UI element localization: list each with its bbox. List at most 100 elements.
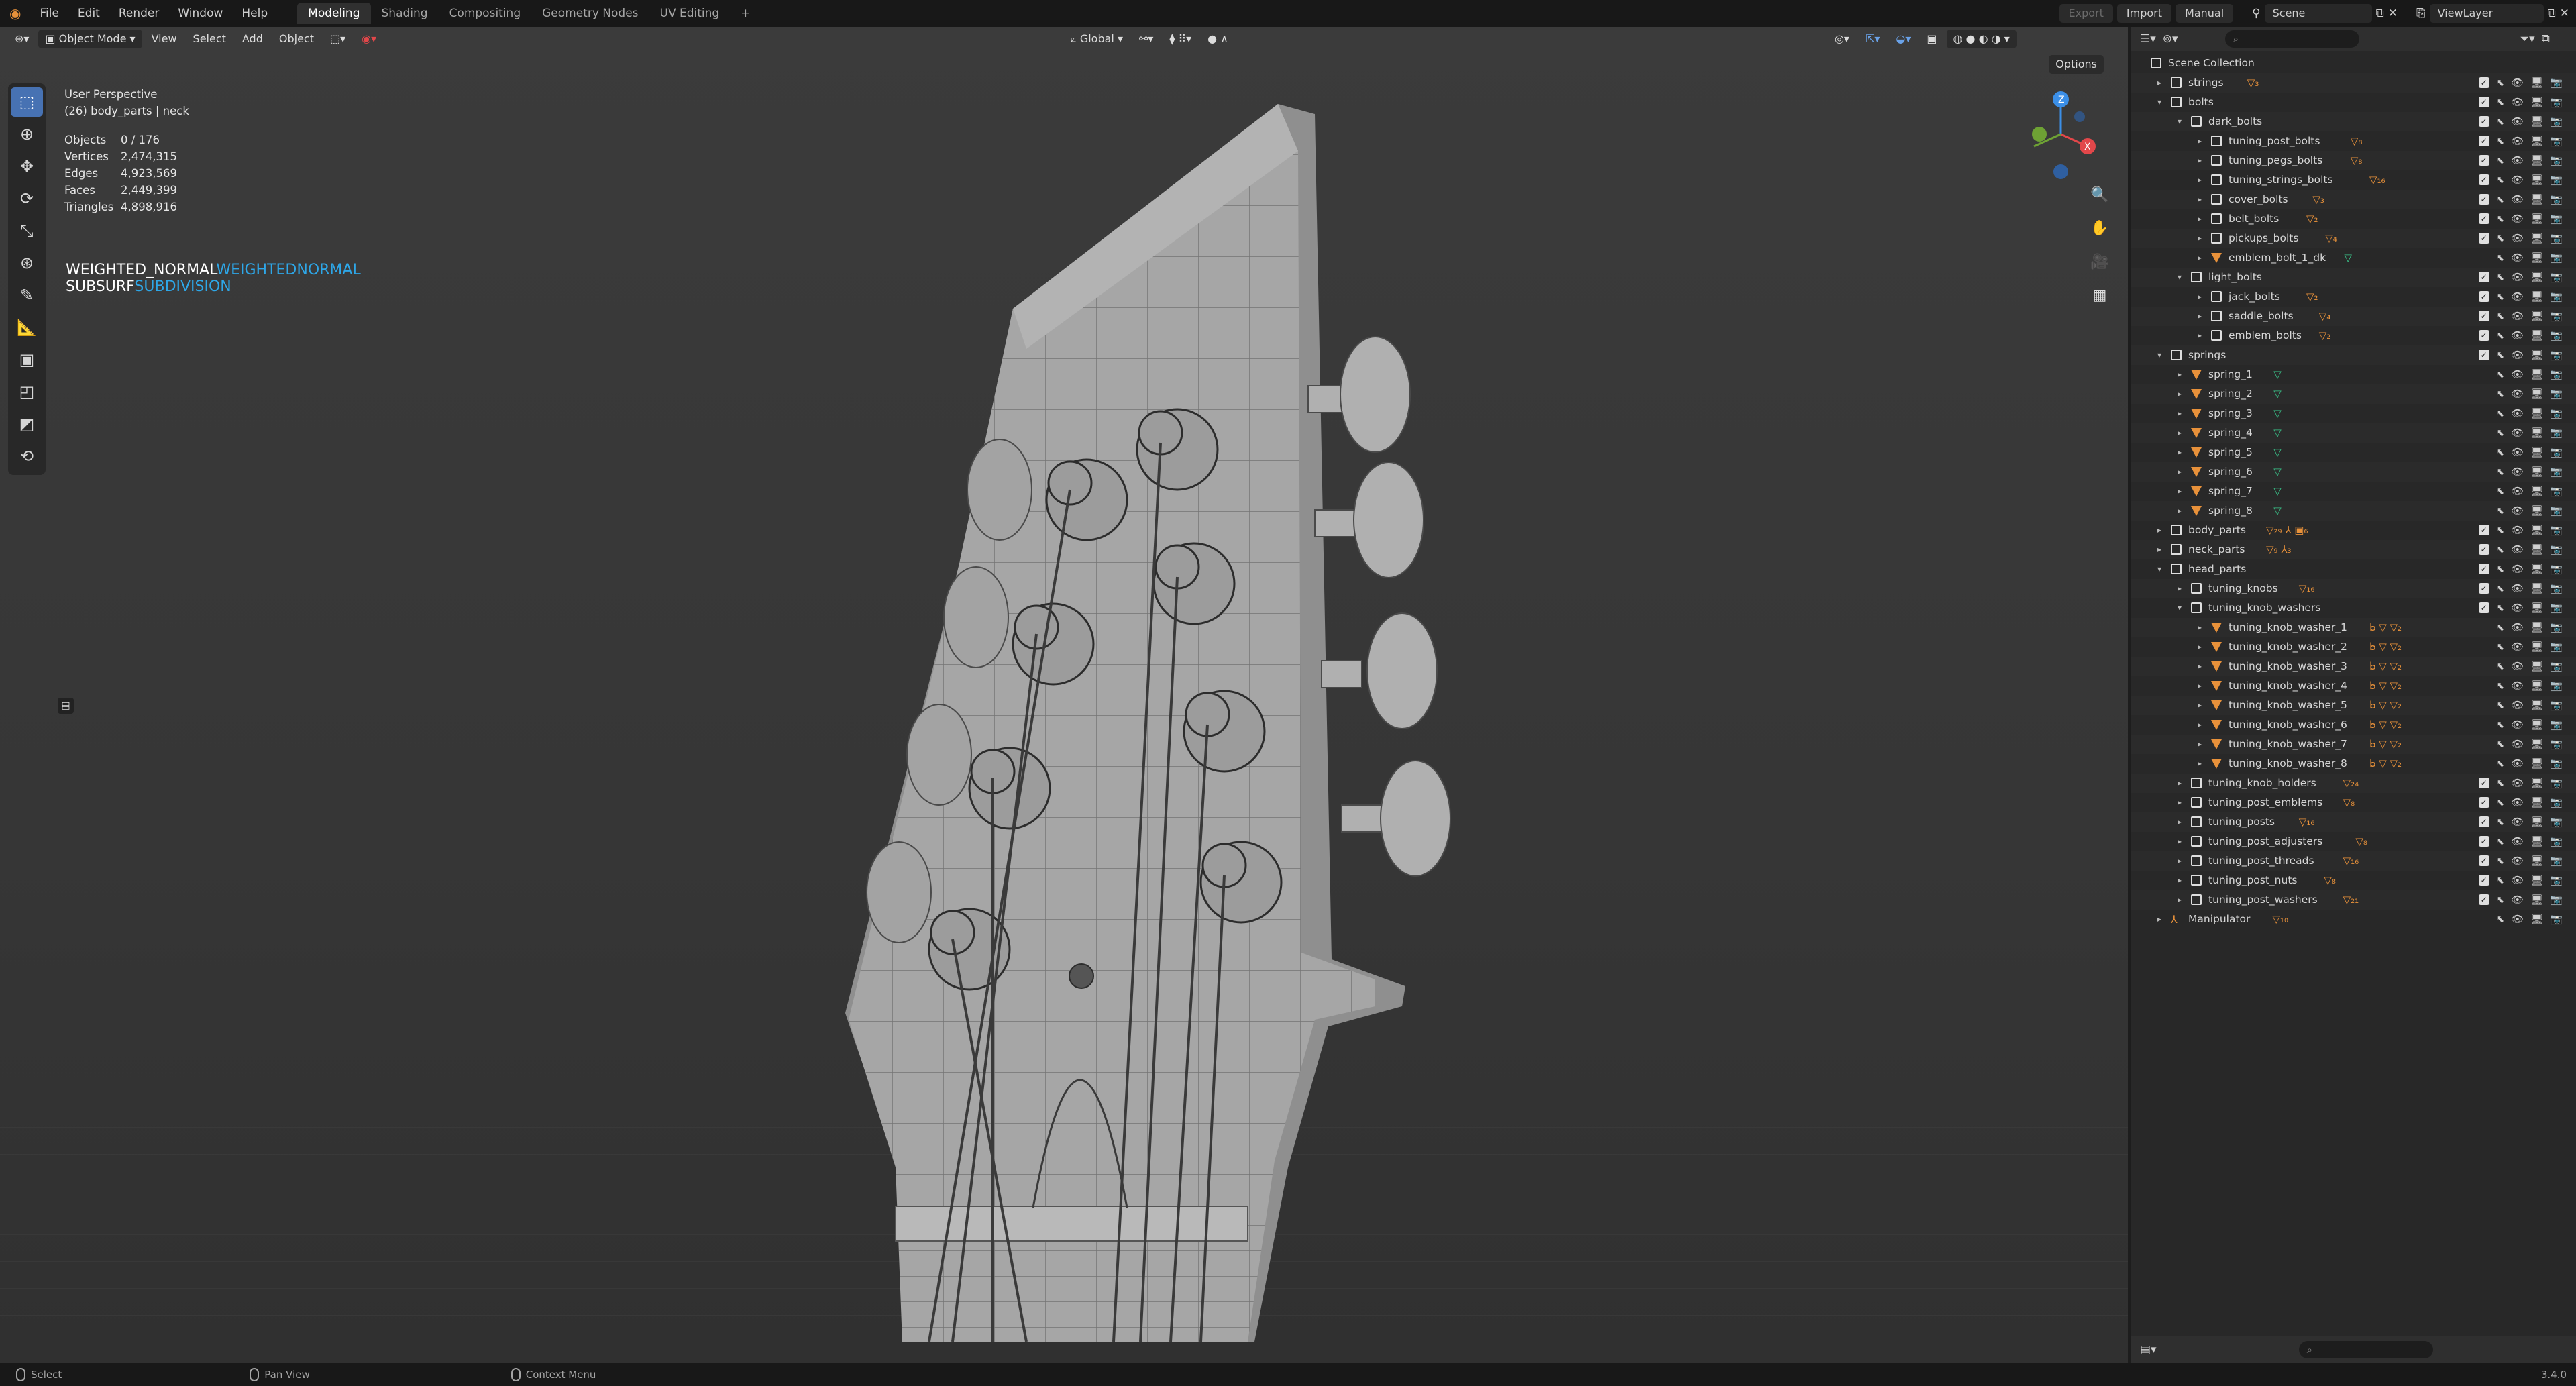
selectable-icon[interactable]: ⬉: [2496, 131, 2505, 151]
child-count-badge[interactable]: ▽: [2273, 384, 2282, 404]
render-camera-icon[interactable]: 📷: [2550, 190, 2563, 209]
expand-arrow-icon[interactable]: ▸: [2178, 774, 2182, 793]
render-camera-icon[interactable]: 📷: [2550, 131, 2563, 151]
child-count-badge[interactable]: ▽₂₁: [2343, 890, 2359, 910]
expand-arrow-icon[interactable]: ▸: [2198, 151, 2202, 170]
child-count-badge[interactable]: ▽: [2273, 462, 2282, 482]
viewport-disable-icon[interactable]: 🖥: [2530, 793, 2543, 812]
tab-compositing[interactable]: Compositing: [439, 3, 532, 24]
child-count-badge[interactable]: ▽: [2273, 501, 2282, 521]
manual-button[interactable]: Manual: [2176, 4, 2234, 23]
outliner-row[interactable]: ▸ tuning_post_washers ▽₂₁ ✓ ⬉ 👁 🖥 📷: [2131, 890, 2576, 910]
display-mode-icon[interactable]: ⊚▾: [2163, 32, 2178, 46]
child-count-badge[interactable]: ᖯ ▽ ▽₂: [2369, 637, 2402, 657]
viewport-disable-icon[interactable]: 🖥: [2530, 910, 2543, 929]
viewport-disable-icon[interactable]: 🖥: [2530, 131, 2543, 151]
viewport-disable-icon[interactable]: 🖥: [2530, 151, 2543, 170]
view-layer-selector[interactable]: ViewLayer: [2429, 4, 2544, 23]
selectable-icon[interactable]: ⬉: [2496, 365, 2505, 384]
exclude-checkbox[interactable]: ✓: [2478, 194, 2489, 205]
child-count-badge[interactable]: ▽₈: [2324, 871, 2336, 890]
child-count-badge[interactable]: ▽₁₆: [2343, 851, 2359, 871]
render-camera-icon[interactable]: 📷: [2550, 579, 2563, 598]
expand-arrow-icon[interactable]: ▸: [2198, 248, 2202, 268]
outliner-row[interactable]: ▸ spring_8 ▽ ⬉ 👁 🖥 📷: [2131, 501, 2576, 521]
exclude-checkbox[interactable]: ✓: [2478, 855, 2489, 866]
expand-arrow-icon[interactable]: ▸: [2178, 365, 2182, 384]
selectable-icon[interactable]: ⬉: [2496, 209, 2505, 229]
exclude-checkbox[interactable]: ✓: [2478, 174, 2489, 185]
selectable-icon[interactable]: ⬉: [2496, 229, 2505, 248]
viewport-disable-icon[interactable]: 🖥: [2530, 209, 2543, 229]
render-camera-icon[interactable]: 📷: [2550, 774, 2563, 793]
viewport-disable-icon[interactable]: 🖥: [2530, 890, 2543, 910]
viewport-disable-icon[interactable]: 🖥: [2530, 229, 2543, 248]
eye-icon[interactable]: 👁: [2511, 326, 2524, 345]
add-workspace-button[interactable]: +: [730, 3, 761, 24]
exclude-checkbox[interactable]: ✓: [2478, 116, 2489, 127]
eye-icon[interactable]: 👁: [2511, 715, 2524, 735]
collapse-arrow-icon[interactable]: ▾: [2157, 93, 2161, 112]
export-button[interactable]: Export: [2059, 4, 2113, 23]
outliner-row[interactable]: ▸ spring_4 ▽ ⬉ 👁 🖥 📷: [2131, 423, 2576, 443]
expand-arrow-icon[interactable]: ▸: [2178, 832, 2182, 851]
eye-icon[interactable]: 👁: [2511, 307, 2524, 326]
eye-icon[interactable]: 👁: [2511, 598, 2524, 618]
outliner-row[interactable]: ▸ emblem_bolt_1_dk ▽ ⬉ 👁 🖥 📷: [2131, 248, 2576, 268]
camera-icon[interactable]: 🎥: [2086, 248, 2113, 275]
render-camera-icon[interactable]: 📷: [2550, 851, 2563, 871]
expand-arrow-icon[interactable]: ▸: [2178, 404, 2182, 423]
selectable-icon[interactable]: ⬉: [2496, 190, 2505, 209]
child-count-badge[interactable]: ▽₁₆: [2369, 170, 2385, 190]
eye-icon[interactable]: 👁: [2511, 384, 2524, 404]
outliner-row[interactable]: ▸ spring_5 ▽ ⬉ 👁 🖥 📷: [2131, 443, 2576, 462]
eye-icon[interactable]: 👁: [2511, 209, 2524, 229]
eye-icon[interactable]: 👁: [2511, 131, 2524, 151]
exclude-checkbox[interactable]: ✓: [2478, 77, 2489, 88]
viewport-disable-icon[interactable]: 🖥: [2530, 268, 2543, 287]
exclude-checkbox[interactable]: ✓: [2478, 330, 2489, 341]
selectable-icon[interactable]: ⬉: [2496, 851, 2505, 871]
render-camera-icon[interactable]: 📷: [2550, 248, 2563, 268]
outliner-search-input[interactable]: ⌕: [2224, 30, 2359, 48]
exclude-checkbox[interactable]: ✓: [2478, 778, 2489, 788]
viewport-disable-icon[interactable]: 🖥: [2530, 832, 2543, 851]
expand-arrow-icon[interactable]: ▸: [2198, 696, 2202, 715]
selectable-icon[interactable]: ⬉: [2496, 598, 2505, 618]
outliner-row[interactable]: ▸ tuning_pegs_bolts ▽₈ ✓ ⬉ 👁 🖥 📷: [2131, 151, 2576, 170]
child-count-badge[interactable]: ▽₁₆: [2299, 812, 2315, 832]
outliner-row[interactable]: ▾ bolts ✓ ⬉ 👁 🖥 📷: [2131, 93, 2576, 112]
viewport-disable-icon[interactable]: 🖥: [2530, 559, 2543, 579]
viewport-disable-icon[interactable]: 🖥: [2530, 871, 2543, 890]
outliner-row[interactable]: ▸ neck_parts ▽₉ ⅄₃ ✓ ⬉ 👁 🖥 📷: [2131, 540, 2576, 559]
selectable-icon[interactable]: ⬉: [2496, 910, 2505, 929]
eye-icon[interactable]: 👁: [2511, 871, 2524, 890]
eye-icon[interactable]: 👁: [2511, 735, 2524, 754]
exclude-checkbox[interactable]: ✓: [2478, 233, 2489, 244]
expand-arrow-icon[interactable]: ▸: [2178, 462, 2182, 482]
render-camera-icon[interactable]: 📷: [2550, 73, 2563, 93]
render-camera-icon[interactable]: 📷: [2550, 268, 2563, 287]
viewport-disable-icon[interactable]: 🖥: [2530, 384, 2543, 404]
child-count-badge[interactable]: ▽₃: [2247, 73, 2259, 93]
child-count-badge[interactable]: ᖯ ▽ ▽₂: [2369, 715, 2402, 735]
outliner-row[interactable]: ▸ spring_3 ▽ ⬉ 👁 🖥 📷: [2131, 404, 2576, 423]
render-camera-icon[interactable]: 📷: [2550, 209, 2563, 229]
menu-render[interactable]: Render: [109, 0, 169, 27]
expand-arrow-icon[interactable]: ▸: [2178, 812, 2182, 832]
expand-arrow-icon[interactable]: ▸: [2198, 131, 2202, 151]
child-count-badge[interactable]: ▽₈: [2351, 131, 2363, 151]
tab-modeling[interactable]: Modeling: [297, 3, 371, 24]
expand-arrow-icon[interactable]: ▸: [2198, 618, 2202, 637]
selectable-icon[interactable]: ⬉: [2496, 443, 2505, 462]
child-count-badge[interactable]: ▽₂₄: [2343, 774, 2359, 793]
render-camera-icon[interactable]: 📷: [2550, 501, 2563, 521]
selectable-icon[interactable]: ⬉: [2496, 326, 2505, 345]
expand-arrow-icon[interactable]: ▸: [2198, 326, 2202, 345]
child-count-badge[interactable]: ᖯ ▽ ▽₂: [2369, 657, 2402, 676]
3d-viewport[interactable]: ⊕▾ ▣ Object Mode ▾ View Select Add Objec…: [0, 27, 2128, 1369]
viewport-disable-icon[interactable]: 🖥: [2530, 774, 2543, 793]
exclude-checkbox[interactable]: ✓: [2478, 816, 2489, 827]
expand-arrow-icon[interactable]: ▸: [2178, 890, 2182, 910]
viewport-disable-icon[interactable]: 🖥: [2530, 287, 2543, 307]
